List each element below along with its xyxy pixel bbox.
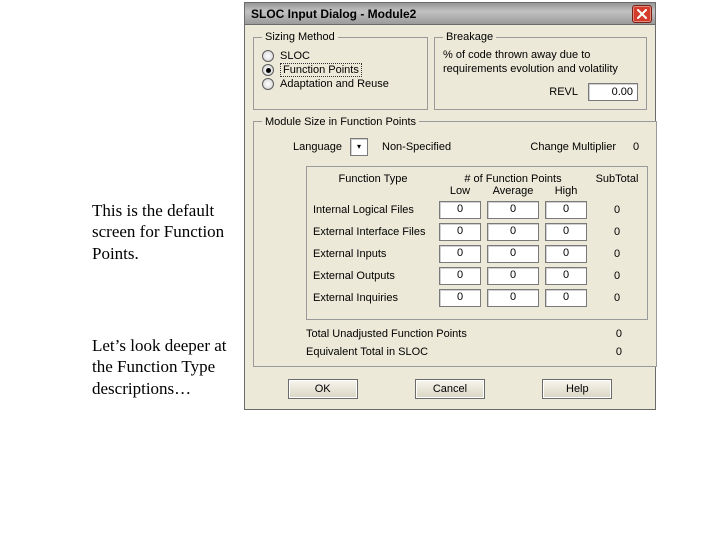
revl-label: REVL	[549, 86, 578, 98]
row-label: External Outputs	[313, 270, 433, 282]
total-sloc-label: Equivalent Total in SLOC	[306, 346, 580, 358]
cell-high[interactable]: 0	[545, 201, 587, 219]
ok-button[interactable]: OK	[288, 379, 358, 399]
cell-low[interactable]: 0	[439, 223, 481, 241]
change-multiplier-label: Change Multiplier	[530, 141, 616, 153]
radio-icon	[262, 64, 274, 76]
breakage-group: Breakage % of code thrown away due to re…	[434, 31, 647, 110]
radio-icon	[262, 50, 274, 62]
cell-high[interactable]: 0	[545, 289, 587, 307]
change-multiplier-value: 0	[624, 141, 648, 153]
cell-avg[interactable]: 0	[487, 267, 539, 285]
row-label: Internal Logical Files	[313, 204, 433, 216]
table-row: External Interface Files 0 0 0 0	[313, 223, 641, 241]
col-function-type: Function Type	[313, 173, 433, 185]
totals: Total Unadjusted Function Points 0 Equiv…	[306, 328, 648, 358]
module-size-legend: Module Size in Function Points	[262, 116, 419, 128]
col-high: High	[545, 185, 587, 197]
cell-low[interactable]: 0	[439, 201, 481, 219]
total-ufp-label: Total Unadjusted Function Points	[306, 328, 580, 340]
cell-avg[interactable]: 0	[487, 201, 539, 219]
col-fp-count: # of Function Points	[439, 173, 587, 185]
breakage-legend: Breakage	[443, 31, 496, 43]
cell-sub: 0	[593, 292, 641, 304]
language-value: Non-Specified	[376, 141, 466, 153]
chevron-down-icon: ▾	[357, 143, 361, 151]
titlebar[interactable]: SLOC Input Dialog - Module2	[245, 3, 655, 25]
cell-low[interactable]: 0	[439, 245, 481, 263]
revl-input[interactable]: 0.00	[588, 83, 638, 101]
cell-sub: 0	[593, 204, 641, 216]
radio-label-ar: Adaptation and Reuse	[280, 78, 389, 90]
top-row: Sizing Method SLOC Function Points Adapt…	[253, 31, 647, 110]
close-icon	[637, 9, 647, 19]
module-size-group: Module Size in Function Points Language …	[253, 116, 657, 367]
row-label: External Inputs	[313, 248, 433, 260]
radio-label-fp: Function Points	[280, 63, 362, 77]
language-label: Language	[268, 141, 342, 153]
cell-avg[interactable]: 0	[487, 289, 539, 307]
table-row: External Outputs 0 0 0 0	[313, 267, 641, 285]
col-average: Average	[487, 185, 539, 197]
cell-high[interactable]: 0	[545, 267, 587, 285]
radio-function-points[interactable]: Function Points	[262, 63, 419, 77]
radio-sloc[interactable]: SLOC	[262, 50, 419, 62]
sizing-method-group: Sizing Method SLOC Function Points Adapt…	[253, 31, 428, 110]
table-row: External Inquiries 0 0 0 0	[313, 289, 641, 307]
radio-adaptation-reuse[interactable]: Adaptation and Reuse	[262, 78, 419, 90]
dialog-window: SLOC Input Dialog - Module2 Sizing Metho…	[244, 2, 656, 410]
cell-sub: 0	[593, 270, 641, 282]
cell-avg[interactable]: 0	[487, 223, 539, 241]
row-label: External Interface Files	[313, 226, 433, 238]
table-row: Internal Logical Files 0 0 0 0	[313, 201, 641, 219]
help-button[interactable]: Help	[542, 379, 612, 399]
client-area: Sizing Method SLOC Function Points Adapt…	[245, 25, 655, 409]
breakage-desc: % of code thrown away due to requirement…	[443, 49, 638, 77]
row-label: External Inquiries	[313, 292, 433, 304]
annotation-paragraph: Let’s look deeper at the Function Type d…	[92, 335, 232, 399]
language-dropdown[interactable]: ▾	[350, 138, 368, 156]
function-points-table: Function Type # of Function Points SubTo…	[306, 166, 648, 320]
cell-avg[interactable]: 0	[487, 245, 539, 263]
total-ufp-value: 0	[580, 328, 640, 340]
window-title: SLOC Input Dialog - Module2	[251, 7, 632, 21]
close-button[interactable]	[632, 5, 652, 23]
col-low: Low	[439, 185, 481, 197]
cancel-button[interactable]: Cancel	[415, 379, 485, 399]
cell-high[interactable]: 0	[545, 245, 587, 263]
table-row: External Inputs 0 0 0 0	[313, 245, 641, 263]
cell-high[interactable]: 0	[545, 223, 587, 241]
language-row: Language ▾ Non-Specified Change Multipli…	[262, 134, 648, 162]
annotation-paragraph: This is the default screen for Function …	[92, 200, 232, 264]
button-row: OK Cancel Help	[259, 379, 641, 399]
cell-low[interactable]: 0	[439, 267, 481, 285]
radio-label-sloc: SLOC	[280, 50, 310, 62]
cell-sub: 0	[593, 226, 641, 238]
total-sloc-value: 0	[580, 346, 640, 358]
sizing-method-legend: Sizing Method	[262, 31, 338, 43]
radio-icon	[262, 78, 274, 90]
cell-sub: 0	[593, 248, 641, 260]
cell-low[interactable]: 0	[439, 289, 481, 307]
col-subtotal: SubTotal	[593, 173, 641, 185]
